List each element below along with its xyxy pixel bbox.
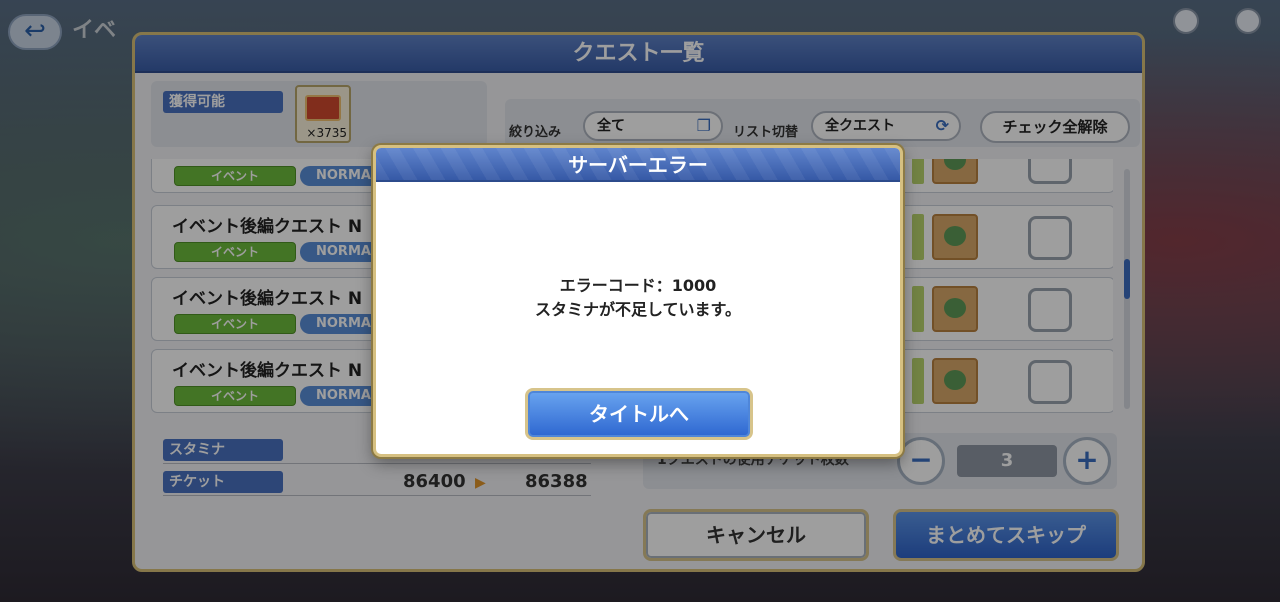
error-code-text: エラーコード：1000: [559, 276, 717, 295]
dialog-title: サーバーエラー: [376, 148, 900, 182]
error-message-text: スタミナが不足しています。: [535, 300, 741, 319]
server-error-dialog: サーバーエラー エラーコード：1000 スタミナが不足しています。 タイトルへ: [373, 145, 903, 457]
dialog-message: エラーコード：1000 スタミナが不足しています。: [376, 274, 900, 322]
to-title-button[interactable]: タイトルへ: [525, 388, 753, 440]
